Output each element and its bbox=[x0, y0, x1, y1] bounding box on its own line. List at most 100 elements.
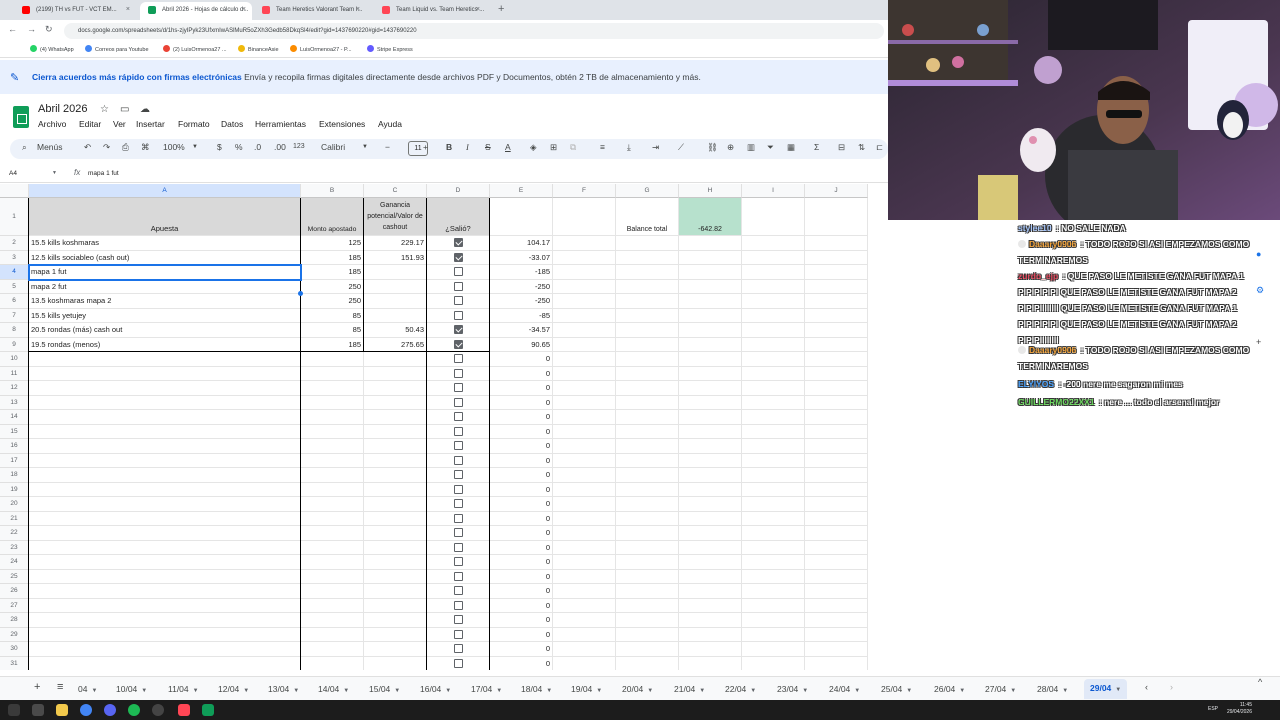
cell[interactable] bbox=[616, 569, 679, 584]
cell[interactable] bbox=[805, 294, 868, 309]
cell[interactable] bbox=[679, 453, 742, 468]
horizontal-align-icon[interactable]: ≡ bbox=[600, 142, 605, 152]
checkbox[interactable] bbox=[453, 383, 463, 393]
resultado-cell[interactable]: -85 bbox=[490, 308, 553, 323]
checkbox[interactable] bbox=[453, 484, 463, 494]
cell[interactable] bbox=[679, 439, 742, 454]
ganancia-cell[interactable] bbox=[364, 656, 427, 670]
cell[interactable] bbox=[616, 468, 679, 483]
row-header[interactable]: 16 bbox=[0, 439, 29, 454]
checkbox[interactable] bbox=[453, 455, 463, 465]
cell[interactable] bbox=[742, 294, 805, 309]
ganancia-cell[interactable] bbox=[364, 598, 427, 613]
cell[interactable] bbox=[805, 584, 868, 599]
menu-extensiones[interactable]: Extensiones bbox=[319, 119, 365, 129]
apuesta-cell[interactable] bbox=[29, 627, 301, 642]
sheet-tab-menu-icon[interactable]: ▼ bbox=[496, 688, 502, 694]
ganancia-cell[interactable] bbox=[364, 453, 427, 468]
cell[interactable] bbox=[553, 250, 616, 265]
cell[interactable] bbox=[616, 265, 679, 280]
cell[interactable] bbox=[553, 236, 616, 251]
document-title[interactable]: Abril 2026 bbox=[38, 103, 88, 115]
row-header[interactable]: 6 bbox=[0, 294, 29, 309]
apuesta-cell[interactable]: 20.5 rondas (más) cash out bbox=[29, 323, 301, 338]
apuesta-cell[interactable] bbox=[29, 468, 301, 483]
ganancia-cell[interactable] bbox=[364, 497, 427, 512]
cell[interactable] bbox=[679, 250, 742, 265]
monto-cell[interactable] bbox=[301, 540, 364, 555]
cell[interactable] bbox=[742, 439, 805, 454]
cell[interactable] bbox=[805, 337, 868, 352]
cell[interactable] bbox=[742, 497, 805, 512]
cell[interactable] bbox=[616, 439, 679, 454]
resultado-cell[interactable]: 0 bbox=[490, 424, 553, 439]
checkbox[interactable] bbox=[453, 354, 463, 364]
monto-cell[interactable] bbox=[301, 453, 364, 468]
cell[interactable] bbox=[679, 482, 742, 497]
apuesta-cell[interactable] bbox=[29, 642, 301, 657]
sheet-tab[interactable]: 22/04 ▼ bbox=[725, 684, 756, 694]
checkbox[interactable] bbox=[453, 441, 463, 451]
checkbox[interactable] bbox=[453, 426, 463, 436]
move-folder-icon[interactable]: ▭ bbox=[120, 104, 129, 115]
sheet-tab[interactable]: 04 ▼ bbox=[78, 684, 97, 694]
font-select[interactable]: Calibri bbox=[321, 142, 345, 152]
cell[interactable] bbox=[805, 598, 868, 613]
cell[interactable] bbox=[742, 482, 805, 497]
cell[interactable] bbox=[679, 468, 742, 483]
sheets-app-icon[interactable] bbox=[202, 704, 214, 716]
paint-format-icon[interactable]: ⌘ bbox=[141, 142, 150, 153]
insert-link-icon[interactable]: ⛓ bbox=[707, 142, 718, 153]
cell[interactable] bbox=[742, 337, 805, 352]
sheet-tab[interactable]: 21/04 ▼ bbox=[674, 684, 705, 694]
chrome-icon[interactable] bbox=[80, 704, 92, 716]
cell[interactable] bbox=[742, 642, 805, 657]
apuesta-cell[interactable] bbox=[29, 540, 301, 555]
scroll-right-icon[interactable]: › bbox=[1170, 682, 1173, 692]
resultado-cell[interactable]: 90.65 bbox=[490, 337, 553, 352]
resultado-cell[interactable]: -33.07 bbox=[490, 250, 553, 265]
ganancia-cell[interactable] bbox=[364, 482, 427, 497]
sheet-tab-menu-icon[interactable]: ▼ bbox=[1062, 688, 1068, 694]
resultado-cell[interactable]: 0 bbox=[490, 569, 553, 584]
cell[interactable] bbox=[805, 468, 868, 483]
cell[interactable] bbox=[679, 265, 742, 280]
cell[interactable] bbox=[553, 279, 616, 294]
cell[interactable] bbox=[616, 250, 679, 265]
tab-close-icon[interactable]: × bbox=[126, 2, 130, 18]
monto-cell[interactable] bbox=[301, 642, 364, 657]
checkbox[interactable] bbox=[453, 397, 463, 407]
filter-icon[interactable]: ⏷ bbox=[767, 142, 774, 153]
cell[interactable] bbox=[616, 410, 679, 425]
cell[interactable] bbox=[553, 366, 616, 381]
apuesta-cell[interactable]: mapa 2 fut bbox=[29, 279, 301, 294]
bookmark-item[interactable]: Correos para Youtube bbox=[85, 45, 149, 53]
checkbox[interactable] bbox=[453, 296, 463, 306]
cell[interactable] bbox=[805, 627, 868, 642]
cell[interactable] bbox=[553, 613, 616, 628]
cell[interactable] bbox=[805, 511, 868, 526]
sheet-tab[interactable]: 23/04 ▼ bbox=[777, 684, 808, 694]
row-header[interactable]: 8 bbox=[0, 323, 29, 338]
cell[interactable] bbox=[805, 250, 868, 265]
cell[interactable] bbox=[742, 395, 805, 410]
monto-cell[interactable] bbox=[301, 395, 364, 410]
cell[interactable] bbox=[553, 352, 616, 367]
row-header[interactable]: 27 bbox=[0, 598, 29, 613]
sheet-tab[interactable]: 10/04 ▼ bbox=[116, 684, 147, 694]
monto-cell[interactable] bbox=[301, 584, 364, 599]
print-icon[interactable]: ⎙ bbox=[122, 142, 129, 153]
ganancia-cell[interactable]: 50.43 bbox=[364, 323, 427, 338]
cell[interactable] bbox=[679, 424, 742, 439]
cell[interactable] bbox=[616, 642, 679, 657]
monto-cell[interactable] bbox=[301, 656, 364, 670]
cell[interactable] bbox=[616, 366, 679, 381]
apuesta-cell[interactable] bbox=[29, 439, 301, 454]
merge-cells-icon[interactable]: ⧉ bbox=[570, 142, 576, 153]
ganancia-cell[interactable]: 151.93 bbox=[364, 250, 427, 265]
resultado-cell[interactable]: 0 bbox=[490, 555, 553, 570]
cell[interactable] bbox=[553, 511, 616, 526]
url-field[interactable]: docs.google.com/spreadsheets/d/1hs-zjyIP… bbox=[64, 23, 884, 39]
apuesta-cell[interactable] bbox=[29, 424, 301, 439]
monto-cell[interactable] bbox=[301, 569, 364, 584]
